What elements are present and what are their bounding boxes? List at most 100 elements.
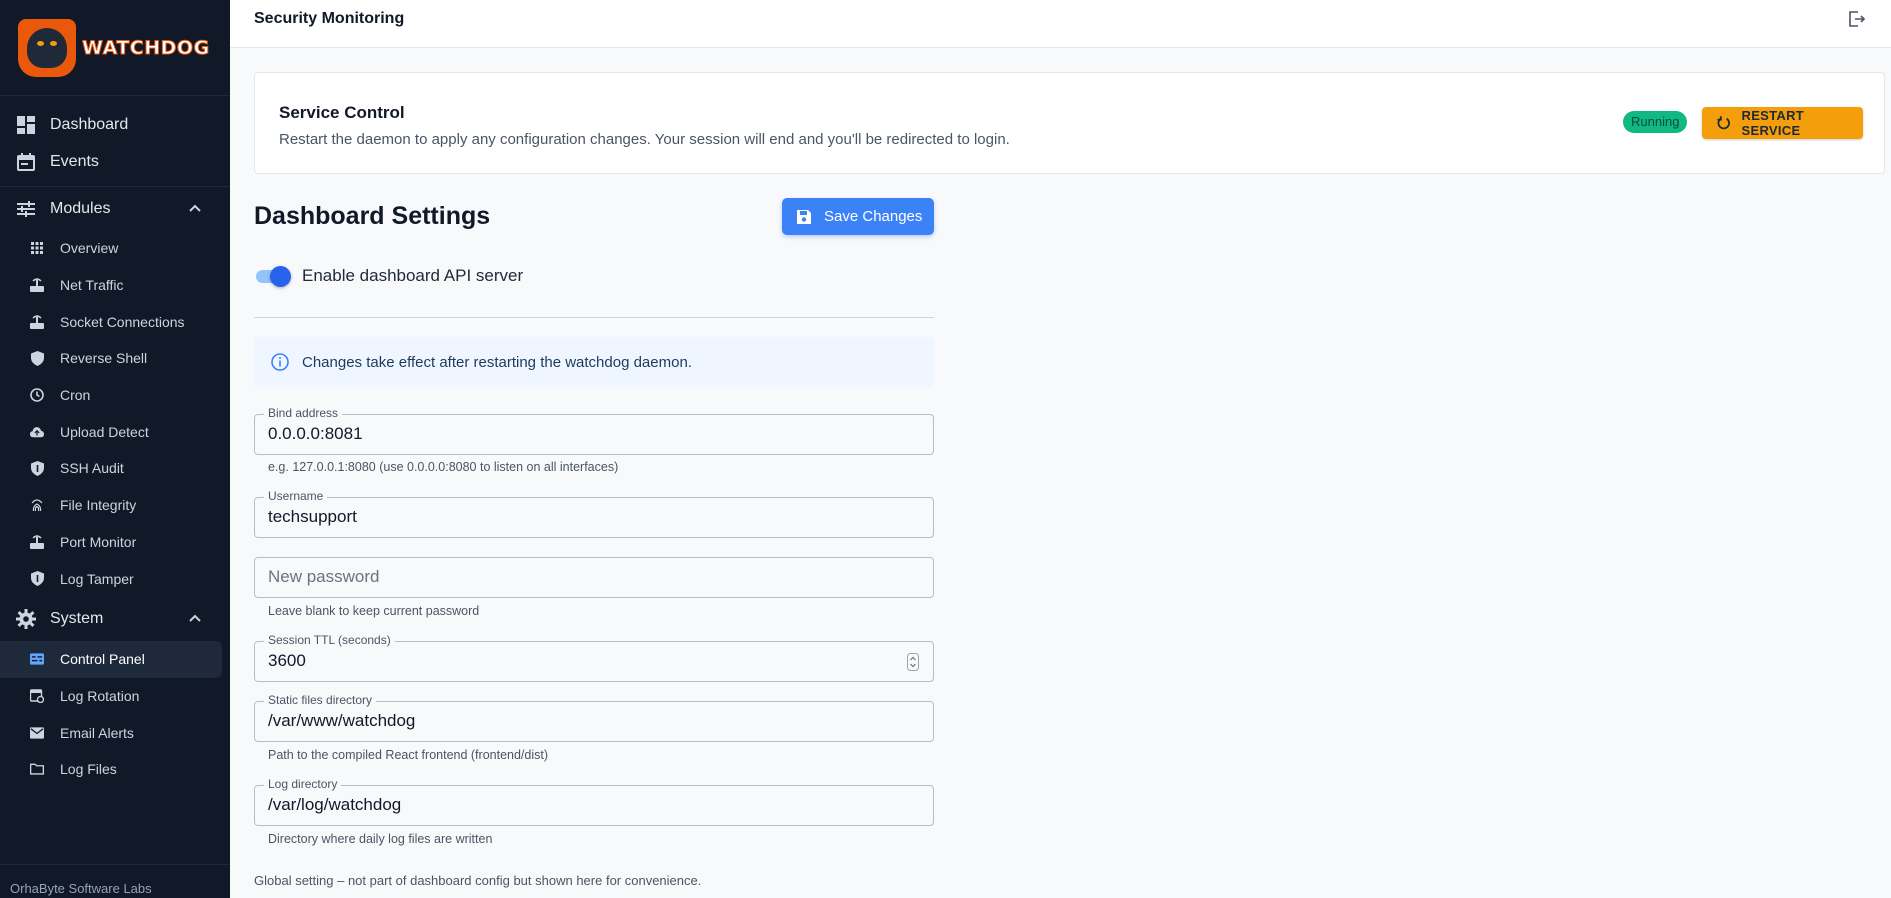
- router-icon: [30, 278, 44, 293]
- sidebar-item-file-integrity[interactable]: File Integrity: [0, 487, 222, 524]
- service-control-card: Service Control Restart the daemon to ap…: [254, 72, 1885, 174]
- mail-icon: [30, 726, 44, 740]
- save-changes-label: Save Changes: [824, 208, 923, 225]
- session-ttl-field: Session TTL (seconds): [254, 633, 934, 682]
- sidebar-item-label: Email Alerts: [60, 724, 134, 741]
- logo-text: WATCHDOG: [82, 36, 210, 59]
- service-control-title: Service Control: [279, 103, 405, 122]
- sidebar-group-modules[interactable]: Modules: [0, 186, 230, 230]
- fingerprint-icon: [30, 498, 44, 512]
- sidebar-item-label: File Integrity: [60, 497, 137, 514]
- sidebar-item-label: Log Rotation: [60, 687, 140, 704]
- new-password-input[interactable]: [268, 567, 888, 587]
- folder-icon: [30, 762, 44, 776]
- info-alert-text: Changes take effect after restarting the…: [302, 353, 692, 371]
- bind-address-input[interactable]: [268, 424, 888, 444]
- session-ttl-label: Session TTL (seconds): [264, 633, 395, 647]
- cloud-upload-icon: [30, 425, 44, 439]
- restart-icon: [1717, 116, 1730, 130]
- api-server-toggle[interactable]: [254, 266, 292, 287]
- restart-service-label: RESTART SERVICE: [1741, 108, 1805, 138]
- logo[interactable]: WATCHDOG: [0, 0, 230, 96]
- sidebar-item-label: Net Traffic: [60, 277, 124, 294]
- sidebar-item-reverse-shell[interactable]: Reverse Shell: [0, 340, 222, 377]
- sidebar-item-label: SSH Audit: [60, 460, 124, 477]
- save-changes-button[interactable]: Save Changes: [782, 198, 934, 235]
- sidebar-item-label: Events: [50, 152, 99, 170]
- router-icon: [30, 314, 44, 329]
- sidebar-item-log-tamper[interactable]: Log Tamper: [0, 560, 222, 597]
- sidebar-group-system[interactable]: System: [0, 597, 230, 641]
- number-stepper-icon[interactable]: [907, 653, 919, 671]
- restart-service-button[interactable]: RESTART SERVICE: [1702, 107, 1863, 139]
- username-input[interactable]: [268, 507, 888, 527]
- global-setting-note: Global setting – not part of dashboard c…: [254, 873, 702, 888]
- chevron-up-icon: [189, 204, 201, 212]
- new-password-field: [254, 557, 934, 598]
- api-server-toggle-row: Enable dashboard API server: [254, 266, 523, 287]
- tune-icon: [16, 199, 36, 219]
- sidebar-footer: OrhaByte Software Labs: [0, 864, 230, 898]
- log-dir-input[interactable]: [268, 795, 888, 815]
- sidebar-group-label: System: [50, 609, 104, 627]
- gear-icon: [16, 608, 36, 629]
- info-alert: Changes take effect after restarting the…: [254, 337, 934, 387]
- sidebar-item-log-rotation[interactable]: Log Rotation: [0, 678, 222, 715]
- bind-address-helper: e.g. 127.0.0.1:8080 (use 0.0.0.0:8080 to…: [268, 460, 619, 474]
- sidebar-group-label: Modules: [50, 199, 111, 217]
- sidebar-item-label: Overview: [60, 240, 119, 257]
- sidebar-item-label: Control Panel: [60, 651, 145, 668]
- log-dir-label: Log directory: [264, 777, 342, 791]
- static-dir-input[interactable]: [268, 711, 888, 731]
- sidebar-item-label: Dashboard: [50, 115, 129, 133]
- dashboard-icon: [16, 115, 36, 135]
- sidebar-item-events[interactable]: Events: [0, 143, 230, 180]
- log-dir-field: Log directory: [254, 777, 934, 826]
- new-password-helper: Leave blank to keep current password: [268, 604, 480, 618]
- calendar-icon: [16, 152, 36, 172]
- divider: [254, 317, 934, 318]
- chevron-up-icon: [189, 614, 201, 622]
- shield-icon: [30, 350, 44, 366]
- sidebar-item-label: Socket Connections: [60, 313, 185, 330]
- sidebar-item-socket-connections[interactable]: Socket Connections: [0, 303, 222, 340]
- grid-icon: [30, 241, 44, 255]
- bind-address-field: Bind address: [254, 406, 934, 455]
- page-title: Security Monitoring: [254, 9, 405, 27]
- sidebar-item-port-monitor[interactable]: Port Monitor: [0, 524, 222, 561]
- log-dir-helper: Directory where daily log files are writ…: [268, 832, 493, 846]
- sidebar-item-upload-detect[interactable]: Upload Detect: [0, 413, 222, 450]
- shield-check-icon: [30, 460, 44, 476]
- sidebar-item-net-traffic[interactable]: Net Traffic: [0, 267, 222, 304]
- logout-icon[interactable]: [1847, 9, 1867, 29]
- sidebar-item-label: Log Files: [60, 761, 117, 778]
- top-bar: Security Monitoring: [230, 0, 1891, 48]
- sidebar-item-control-panel[interactable]: Control Panel: [0, 640, 222, 678]
- event-repeat-icon: [30, 689, 44, 704]
- sidebar-item-label: Reverse Shell: [60, 350, 148, 367]
- shield-check-icon: [30, 571, 44, 587]
- sidebar: WATCHDOG Dashboard Events Modules Overvi…: [0, 0, 230, 898]
- static-dir-label: Static files directory: [264, 693, 377, 707]
- sidebar-item-label: Upload Detect: [60, 423, 149, 440]
- sidebar-item-email-alerts[interactable]: Email Alerts: [0, 714, 222, 751]
- sidebar-item-dashboard[interactable]: Dashboard: [0, 106, 230, 143]
- static-dir-field: Static files directory: [254, 693, 934, 742]
- sidebar-item-cron[interactable]: Cron: [0, 377, 222, 414]
- sidebar-item-label: Port Monitor: [60, 533, 137, 550]
- session-ttl-input[interactable]: [268, 651, 888, 671]
- bind-address-label: Bind address: [264, 406, 343, 420]
- clock-icon: [30, 388, 44, 402]
- router-icon: [30, 535, 44, 549]
- control-panel-icon: [30, 652, 44, 666]
- sidebar-item-label: Log Tamper: [60, 570, 134, 587]
- username-field: Username: [254, 489, 934, 538]
- username-label: Username: [264, 489, 328, 503]
- sidebar-item-label: Cron: [60, 387, 91, 404]
- sidebar-item-overview[interactable]: Overview: [0, 230, 222, 267]
- service-control-description: Restart the daemon to apply any configur…: [279, 131, 1010, 148]
- sidebar-item-log-files[interactable]: Log Files: [0, 751, 222, 788]
- sidebar-item-ssh-audit[interactable]: SSH Audit: [0, 450, 222, 487]
- info-icon: [271, 353, 289, 371]
- dashboard-settings-title: Dashboard Settings: [254, 202, 491, 230]
